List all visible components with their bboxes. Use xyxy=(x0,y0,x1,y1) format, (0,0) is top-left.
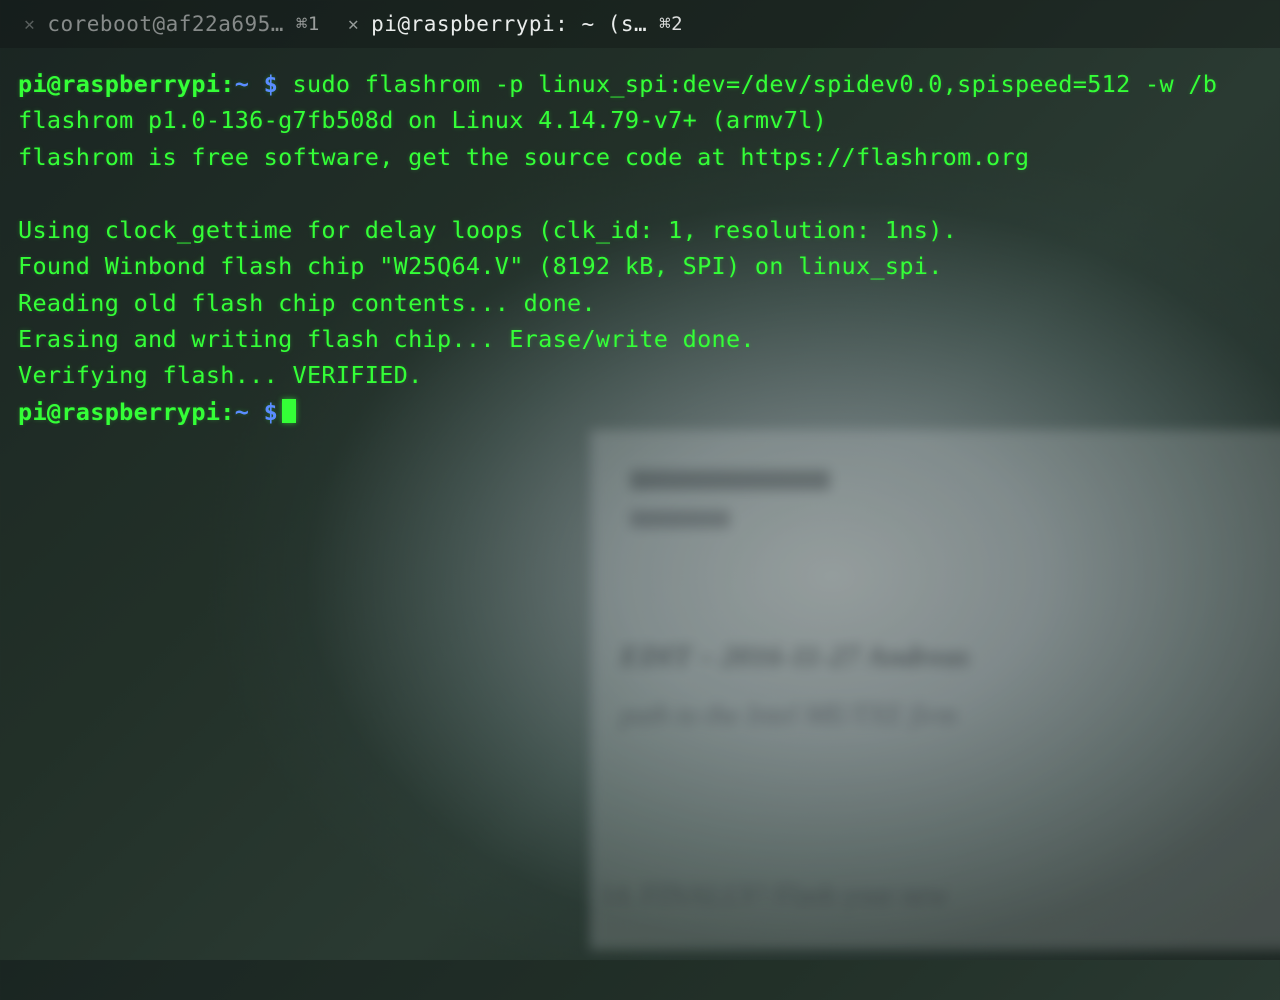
output-line: flashrom p1.0-136-g7fb508d on Linux 4.14… xyxy=(18,106,827,134)
tab-title: pi@raspberrypi: ~ (s… xyxy=(371,12,647,36)
close-icon[interactable]: ✕ xyxy=(348,14,359,35)
output-line: Verifying flash... VERIFIED. xyxy=(18,361,423,389)
close-icon[interactable]: ✕ xyxy=(24,14,35,35)
tab-shortcut: ⌘2 xyxy=(659,13,683,35)
prompt-user-host: pi@raspberrypi xyxy=(18,398,220,426)
background-page-bleedthrough: EDIT – 2016-11-27 Andreas path to the In… xyxy=(420,430,1280,1000)
output-line: Reading old flash chip contents... done. xyxy=(18,289,596,317)
prompt-sigil: $ xyxy=(264,70,278,98)
output-line: flashrom is free software, get the sourc… xyxy=(18,143,1029,171)
prompt-cwd: ~ xyxy=(235,70,249,98)
ghost-text: path to the Intel ME/TXE firm xyxy=(620,700,957,732)
prompt-sep: : xyxy=(220,70,234,98)
terminal-tab-coreboot[interactable]: ✕ coreboot@af22a695… ⌘1 xyxy=(10,8,334,40)
ghost-text: 14. FINALLY! Flash your new xyxy=(600,880,948,912)
ghost-bar xyxy=(630,510,730,528)
command-text: sudo flashrom -p linux_spi:dev=/dev/spid… xyxy=(293,70,1218,98)
ghost-bar xyxy=(630,470,830,490)
terminal-tab-raspberrypi[interactable]: ✕ pi@raspberrypi: ~ (s… ⌘2 xyxy=(334,8,697,40)
output-line: Erasing and writing flash chip... Erase/… xyxy=(18,325,755,353)
terminal-viewport[interactable]: pi@raspberrypi:~ $ sudo flashrom -p linu… xyxy=(0,48,1280,430)
output-line: Using clock_gettime for delay loops (clk… xyxy=(18,216,957,244)
prompt-sigil: $ xyxy=(264,398,278,426)
tab-title: coreboot@af22a695… xyxy=(47,12,284,36)
prompt-cwd: ~ xyxy=(235,398,249,426)
tab-shortcut: ⌘1 xyxy=(296,13,320,35)
ghost-panel xyxy=(590,430,1280,950)
terminal-tab-bar: ✕ coreboot@af22a695… ⌘1 ✕ pi@raspberrypi… xyxy=(0,0,1280,48)
cursor-block xyxy=(282,399,296,423)
ghost-text: EDIT – 2016-11-27 Andreas xyxy=(620,640,970,674)
output-line: Found Winbond flash chip "W25Q64.V" (819… xyxy=(18,252,943,280)
prompt-user-host: pi@raspberrypi xyxy=(18,70,220,98)
prompt-sep: : xyxy=(220,398,234,426)
